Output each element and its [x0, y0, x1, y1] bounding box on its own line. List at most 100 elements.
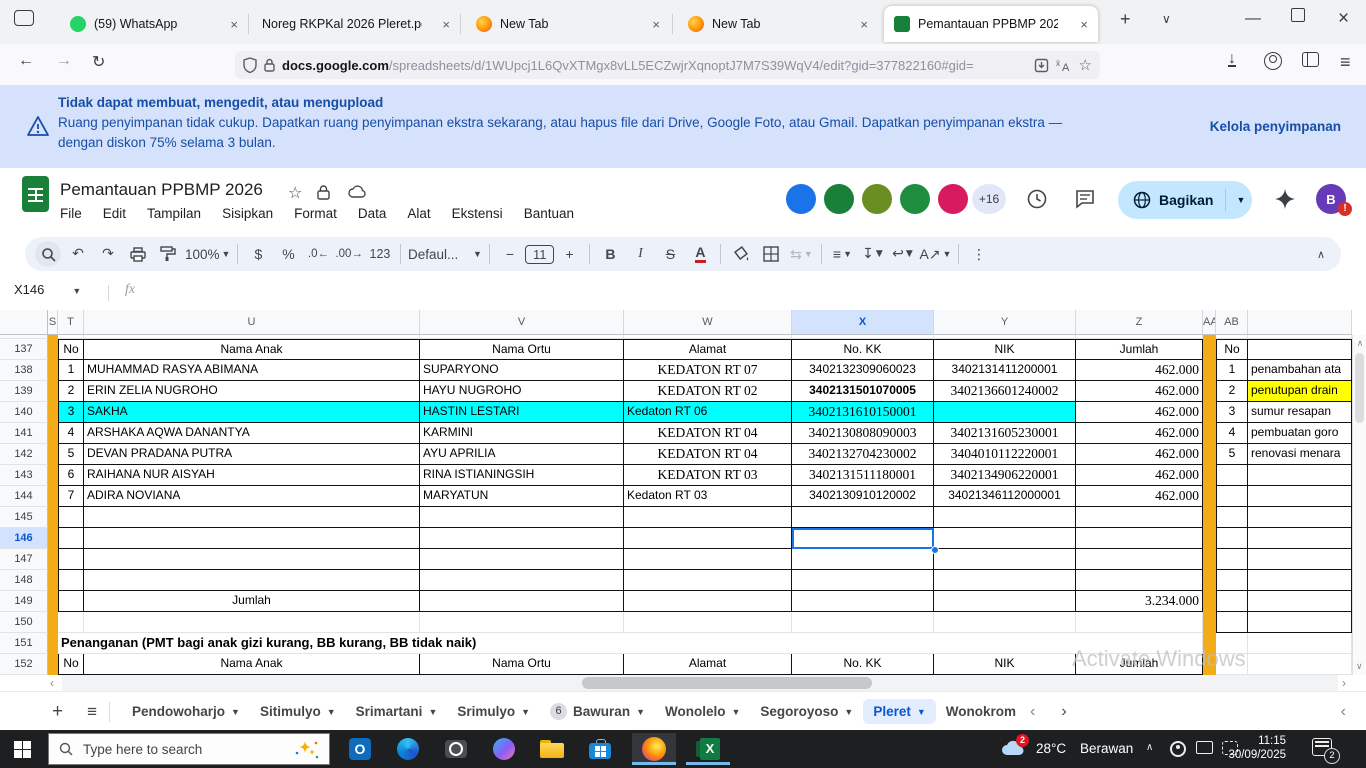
window-maximize-button[interactable] [1291, 8, 1305, 22]
cell[interactable] [48, 402, 58, 423]
more-options-icon[interactable]: ⋮ [966, 241, 992, 267]
cell[interactable] [934, 507, 1076, 528]
taskbar-clock[interactable]: 11:15 30/09/2025 [1228, 734, 1286, 762]
cell[interactable] [84, 612, 420, 633]
browser-tab-newtab-1[interactable]: New Tab × [466, 6, 670, 42]
cell[interactable]: 462.000 [1076, 486, 1203, 507]
new-tab-button[interactable]: + [1120, 9, 1131, 30]
close-icon[interactable]: × [860, 17, 868, 32]
cell[interactable]: 3402131605230001 [934, 423, 1076, 444]
cell[interactable] [48, 528, 58, 549]
browser-tab-sheets-active[interactable]: Pemantauan PPBMP 2026 - G × [884, 6, 1098, 42]
cell[interactable]: penutupan drain [1248, 381, 1352, 402]
collaborator-avatar[interactable] [900, 184, 930, 214]
cell[interactable] [420, 591, 624, 612]
downloads-icon[interactable]: ↓ [1228, 51, 1236, 67]
cell[interactable] [1216, 591, 1248, 612]
cell[interactable] [1248, 507, 1352, 528]
cell[interactable] [58, 591, 84, 612]
cell[interactable] [934, 612, 1076, 633]
address-bar[interactable]: docs.google.com/spreadsheets/d/1WUpcj1L6… [235, 51, 1100, 79]
cell[interactable]: Jumlah [1076, 339, 1203, 360]
cell[interactable]: KEDATON RT 02 [624, 381, 792, 402]
cell[interactable] [58, 528, 84, 549]
menu-file[interactable]: File [60, 206, 82, 221]
cell[interactable]: 34021346112000001 [934, 486, 1076, 507]
cell[interactable] [1216, 465, 1248, 486]
cell[interactable]: NIK [934, 339, 1076, 360]
decrease-font-size-icon[interactable]: − [497, 241, 523, 267]
cell[interactable]: NIK [934, 654, 1076, 675]
cell[interactable] [48, 633, 58, 654]
cell[interactable] [934, 570, 1076, 591]
close-icon[interactable]: × [442, 17, 450, 32]
fill-color-icon[interactable] [728, 241, 754, 267]
column-header-s[interactable]: S [48, 310, 58, 335]
shield-icon[interactable] [243, 57, 257, 73]
cell[interactable] [48, 465, 58, 486]
cell[interactable]: KEDATON RT 04 [624, 423, 792, 444]
column-header-t[interactable]: T [58, 310, 84, 335]
cell[interactable]: KEDATON RT 04 [624, 444, 792, 465]
menu-format[interactable]: Format [294, 206, 337, 221]
row-header[interactable]: 137 [0, 339, 48, 360]
cell[interactable] [1076, 549, 1203, 570]
cell[interactable] [1248, 465, 1352, 486]
collaborator-avatar[interactable] [938, 184, 968, 214]
cell[interactable] [1248, 339, 1352, 360]
cell[interactable]: DEVAN PRADANA PUTRA [84, 444, 420, 465]
cell[interactable]: HASTIN LESTARI [420, 402, 624, 423]
reload-icon[interactable]: ↻ [92, 52, 105, 72]
cell[interactable]: 3402131610150001 [792, 402, 934, 423]
cell[interactable]: ERIN ZELIA NUGROHO [84, 381, 420, 402]
taskbar-outlook-icon[interactable]: O [338, 733, 382, 765]
collaborator-avatar[interactable] [862, 184, 892, 214]
browser-tab-whatsapp[interactable]: (59) WhatsApp × [60, 6, 248, 42]
cell[interactable]: Nama Ortu [420, 654, 624, 675]
cell[interactable] [792, 591, 934, 612]
cell[interactable]: 5 [1216, 444, 1248, 465]
comment-icon[interactable] [1074, 188, 1096, 210]
cell[interactable] [792, 612, 934, 633]
horizontal-scroll-thumb[interactable] [582, 677, 872, 689]
cell[interactable] [48, 423, 58, 444]
network-icon[interactable] [1196, 741, 1213, 754]
column-header-z[interactable]: Z [1076, 310, 1203, 335]
cell[interactable]: No [1216, 339, 1248, 360]
scroll-up-icon[interactable]: ∧ [1353, 338, 1366, 349]
cell[interactable] [1248, 486, 1352, 507]
column-header-ac[interactable] [1248, 310, 1352, 335]
cell[interactable] [420, 507, 624, 528]
format-currency-icon[interactable]: $ [245, 241, 271, 267]
cell[interactable]: Nama Ortu [420, 339, 624, 360]
row-header[interactable]: 148 [0, 570, 48, 591]
cell[interactable] [1248, 591, 1352, 612]
taskbar-excel-icon[interactable]: X [686, 733, 730, 765]
cell[interactable] [420, 570, 624, 591]
cell[interactable]: sumur resapan [1248, 402, 1352, 423]
star-icon[interactable]: ☆ [288, 183, 302, 203]
cell[interactable] [48, 444, 58, 465]
cell[interactable] [1216, 486, 1248, 507]
menu-alat[interactable]: Alat [407, 206, 430, 221]
decrease-decimal-icon[interactable]: .0← [305, 241, 331, 267]
tray-expand-icon[interactable]: ∧ [1146, 742, 1153, 753]
row-header[interactable]: 138 [0, 360, 48, 381]
horizontal-scrollbar[interactable]: ‹ › [0, 675, 1366, 691]
vertical-align-icon[interactable]: ↧ ▼ [859, 241, 885, 267]
collaborator-avatar[interactable] [786, 184, 816, 214]
cell[interactable] [1203, 339, 1216, 360]
window-close-button[interactable]: × [1338, 8, 1349, 30]
cell[interactable] [1203, 507, 1216, 528]
cell[interactable] [624, 570, 792, 591]
cell[interactable]: 3402132704230002 [792, 444, 934, 465]
search-icon[interactable] [35, 241, 61, 267]
folder-lock-icon[interactable] [316, 185, 331, 200]
row-header[interactable]: 151 [0, 633, 48, 654]
sheet-tab-pendowoharjo[interactable]: Pendowoharjo ▼ [122, 699, 250, 724]
cell[interactable]: 3402130808090003 [792, 423, 934, 444]
cell[interactable] [1203, 528, 1216, 549]
cell[interactable]: 4 [1216, 423, 1248, 444]
cell[interactable]: ADIRA NOVIANA [84, 486, 420, 507]
row-header[interactable]: 149 [0, 591, 48, 612]
